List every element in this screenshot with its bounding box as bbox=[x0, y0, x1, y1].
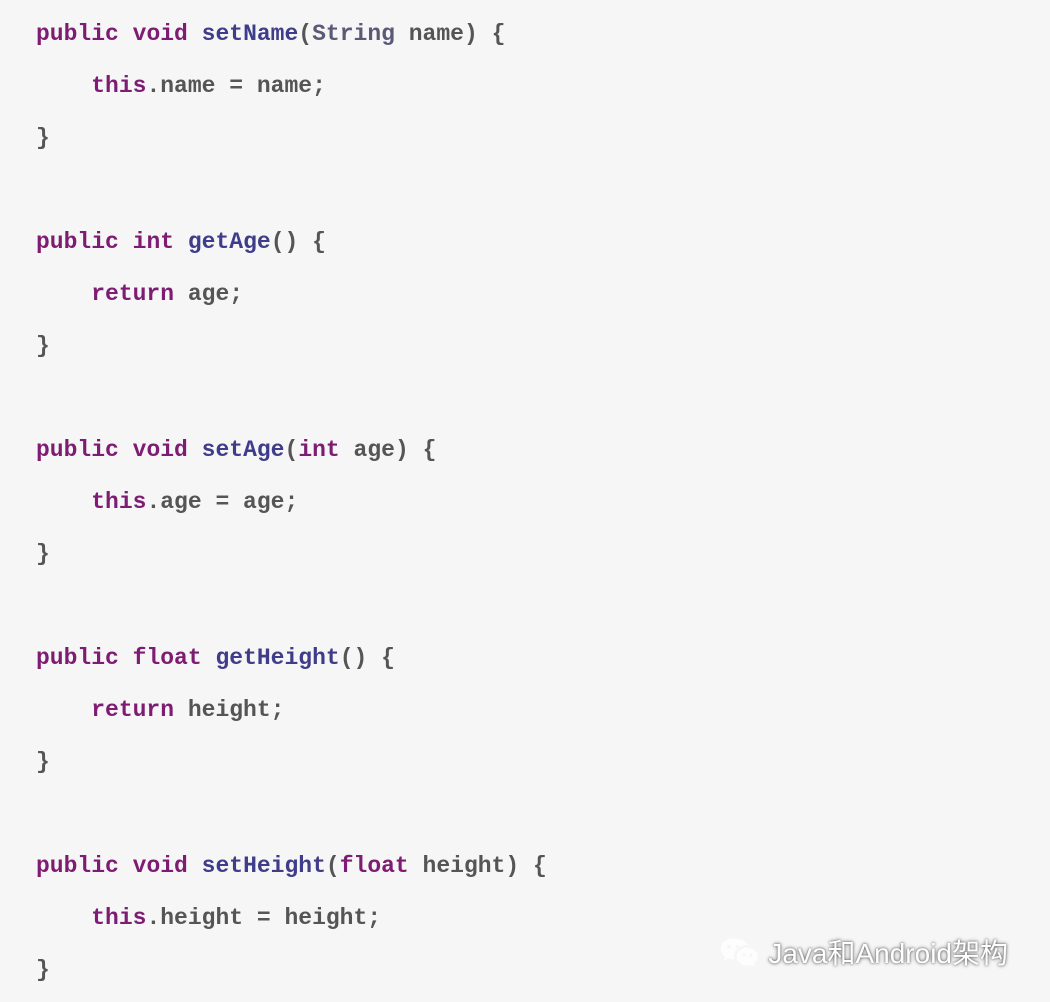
code-token: () bbox=[271, 229, 299, 255]
code-token: this bbox=[91, 905, 146, 931]
code-token: setAge bbox=[202, 437, 285, 463]
code-token: { bbox=[367, 645, 395, 671]
code-token: int bbox=[133, 229, 174, 255]
code-token: .age = age; bbox=[146, 489, 298, 515]
code-token: { bbox=[298, 229, 326, 255]
code-line: return height; bbox=[36, 697, 284, 723]
code-token bbox=[188, 437, 202, 463]
code-token bbox=[36, 697, 91, 723]
code-token: height bbox=[409, 853, 506, 879]
code-token bbox=[119, 437, 133, 463]
code-line: public void setAge(int age) { bbox=[36, 437, 436, 463]
code-token: ( bbox=[326, 853, 340, 879]
code-token: String bbox=[312, 21, 395, 47]
code-token: void bbox=[133, 437, 188, 463]
code-token bbox=[36, 281, 91, 307]
code-token: ) bbox=[464, 21, 478, 47]
code-token: } bbox=[36, 541, 50, 567]
code-line: public void setHeight(float height) { bbox=[36, 853, 547, 879]
code-token: void bbox=[133, 21, 188, 47]
code-token: } bbox=[36, 749, 50, 775]
code-token: ( bbox=[298, 21, 312, 47]
code-line: this.age = age; bbox=[36, 489, 298, 515]
code-token: height; bbox=[174, 697, 284, 723]
code-token: float bbox=[340, 853, 409, 879]
code-line: } bbox=[36, 957, 50, 983]
code-token: setName bbox=[202, 21, 299, 47]
watermark: Java和Android架构 bbox=[720, 932, 1008, 972]
code-token: } bbox=[36, 957, 50, 983]
code-token: this bbox=[91, 73, 146, 99]
code-token: void bbox=[133, 853, 188, 879]
code-token: setHeight bbox=[202, 853, 326, 879]
code-token bbox=[174, 229, 188, 255]
code-token: ) bbox=[395, 437, 409, 463]
code-token bbox=[36, 489, 91, 515]
code-line: } bbox=[36, 541, 50, 567]
code-line: public int getAge() { bbox=[36, 229, 326, 255]
code-token: name bbox=[395, 21, 464, 47]
code-token: public bbox=[36, 229, 119, 255]
watermark-text: Java和Android架构 bbox=[768, 932, 1008, 972]
code-token bbox=[36, 73, 91, 99]
wechat-icon bbox=[720, 936, 758, 969]
code-token bbox=[202, 645, 216, 671]
code-token: return bbox=[91, 697, 174, 723]
code-token: public bbox=[36, 437, 119, 463]
code-line: public void setName(String name) { bbox=[36, 21, 505, 47]
code-token: return bbox=[91, 281, 174, 307]
code-token: ( bbox=[285, 437, 299, 463]
code-token: public bbox=[36, 853, 119, 879]
code-line: } bbox=[36, 125, 50, 151]
code-token: int bbox=[298, 437, 339, 463]
code-block: public void setName(String name) { this.… bbox=[0, 0, 1050, 996]
code-token bbox=[119, 21, 133, 47]
code-line: } bbox=[36, 333, 50, 359]
code-token: age; bbox=[174, 281, 243, 307]
code-line: public float getHeight() { bbox=[36, 645, 395, 671]
code-token: age bbox=[340, 437, 395, 463]
code-token: getHeight bbox=[215, 645, 339, 671]
code-token bbox=[119, 853, 133, 879]
code-token: { bbox=[409, 437, 437, 463]
code-token: () bbox=[340, 645, 368, 671]
code-token: public bbox=[36, 21, 119, 47]
code-token: { bbox=[519, 853, 547, 879]
code-token: ) bbox=[505, 853, 519, 879]
code-token: float bbox=[133, 645, 202, 671]
code-token: public bbox=[36, 645, 119, 671]
code-token: .height = height; bbox=[146, 905, 381, 931]
code-line: } bbox=[36, 749, 50, 775]
code-token bbox=[36, 905, 91, 931]
code-token: this bbox=[91, 489, 146, 515]
code-line: this.height = height; bbox=[36, 905, 381, 931]
code-line: return age; bbox=[36, 281, 243, 307]
code-token: } bbox=[36, 125, 50, 151]
code-line: this.name = name; bbox=[36, 73, 326, 99]
code-token: getAge bbox=[188, 229, 271, 255]
code-token bbox=[119, 229, 133, 255]
code-token: } bbox=[36, 333, 50, 359]
code-token bbox=[188, 21, 202, 47]
code-token: .name = name; bbox=[146, 73, 325, 99]
code-token bbox=[188, 853, 202, 879]
code-token bbox=[119, 645, 133, 671]
code-token: { bbox=[478, 21, 506, 47]
